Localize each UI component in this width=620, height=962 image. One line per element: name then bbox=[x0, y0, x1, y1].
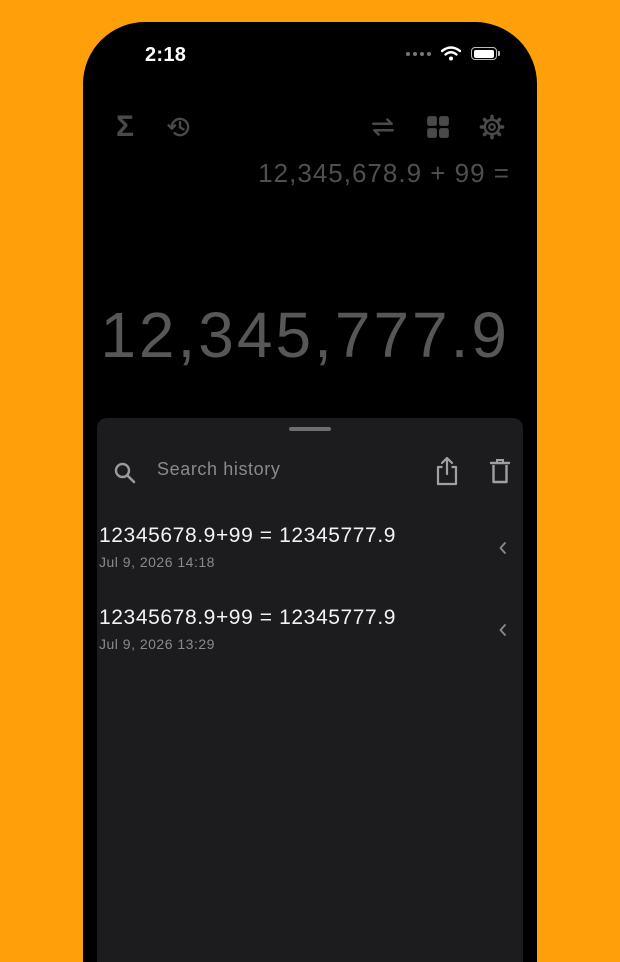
signal-icon bbox=[406, 51, 431, 56]
trash-icon[interactable] bbox=[489, 458, 511, 484]
history-item[interactable]: 12345678.9+99 = 12345777.9 Jul 9, 2026 1… bbox=[97, 598, 523, 680]
sheet-grabber[interactable] bbox=[289, 427, 331, 431]
grid-icon bbox=[427, 116, 449, 138]
battery-icon bbox=[471, 47, 500, 60]
history-expression: 12345678.9+99 = 12345777.9 bbox=[99, 524, 397, 547]
sigma-button[interactable]: Σ bbox=[110, 112, 140, 142]
swap-button[interactable] bbox=[368, 112, 398, 142]
history-date: Jul 9, 2026 14:18 bbox=[99, 554, 215, 570]
gear-icon bbox=[479, 114, 505, 140]
history-list: 12345678.9+99 = 12345777.9 Jul 9, 2026 1… bbox=[97, 516, 523, 680]
chevron-left-icon[interactable] bbox=[497, 541, 509, 555]
result-display: 12,345,777.9 bbox=[100, 299, 510, 371]
wifi-icon bbox=[441, 46, 461, 61]
history-sheet: 12345678.9+99 = 12345777.9 Jul 9, 2026 1… bbox=[97, 418, 523, 962]
swap-icon bbox=[372, 118, 394, 136]
chevron-left-icon[interactable] bbox=[497, 623, 509, 637]
search-icon bbox=[114, 462, 136, 484]
history-icon bbox=[167, 117, 190, 137]
history-expression: 12345678.9+99 = 12345777.9 bbox=[99, 606, 397, 629]
settings-button[interactable] bbox=[477, 112, 507, 142]
grid-button[interactable] bbox=[423, 112, 453, 142]
history-button[interactable] bbox=[165, 112, 195, 142]
sigma-icon: Σ bbox=[115, 110, 134, 143]
phone-frame: 2:18 Σ 12,345,678.9 + 99 = 12,345,777.9 … bbox=[83, 22, 537, 962]
history-date: Jul 9, 2026 13:29 bbox=[99, 636, 215, 652]
status-time: 2:18 bbox=[145, 44, 187, 66]
status-icons bbox=[406, 46, 500, 61]
share-icon[interactable] bbox=[434, 456, 460, 486]
search-history-input[interactable] bbox=[157, 454, 407, 484]
expression-display: 12,345,678.9 + 99 = bbox=[258, 158, 510, 188]
history-item[interactable]: 12345678.9+99 = 12345777.9 Jul 9, 2026 1… bbox=[97, 516, 523, 598]
